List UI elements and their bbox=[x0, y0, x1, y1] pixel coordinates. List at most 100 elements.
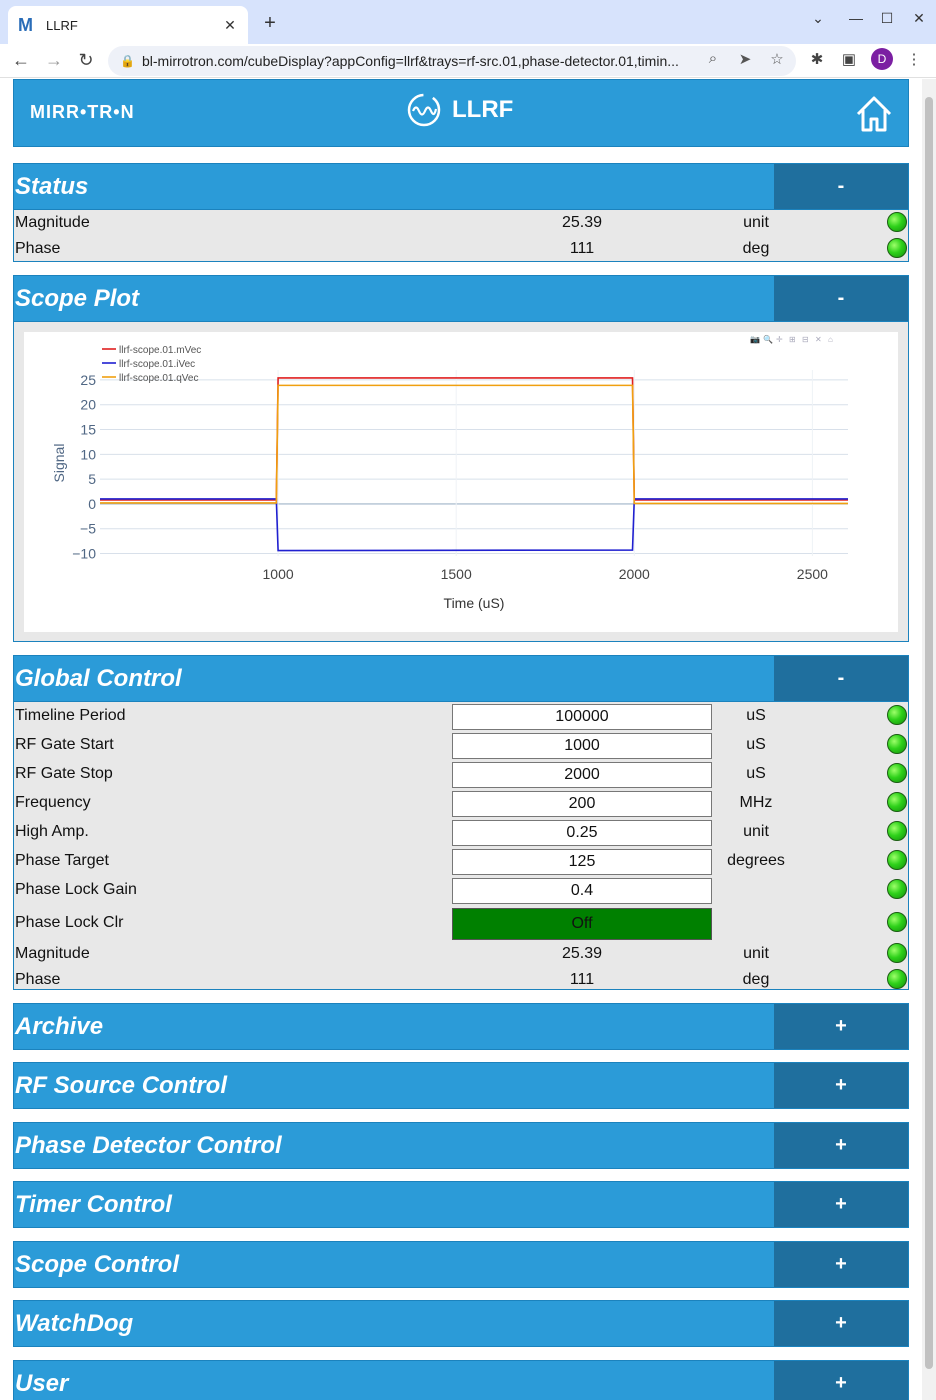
user-panel: User + bbox=[13, 1360, 909, 1400]
watchdog-expand-button[interactable]: + bbox=[774, 1301, 908, 1346]
status-led-icon bbox=[887, 238, 907, 258]
phase-detector-panel-header[interactable]: Phase Detector Control + bbox=[13, 1122, 909, 1169]
maximize-icon[interactable]: ☐ bbox=[877, 10, 897, 27]
timer-panel-header[interactable]: Timer Control + bbox=[13, 1181, 909, 1228]
browser-tab[interactable]: M LLRF ✕ bbox=[8, 6, 248, 44]
phase-target-input[interactable]: 125 bbox=[452, 849, 712, 875]
archive-panel-header[interactable]: Archive + bbox=[13, 1003, 909, 1050]
profile-avatar[interactable]: D bbox=[871, 48, 893, 70]
status-led-icon bbox=[887, 969, 907, 989]
tab-search-icon[interactable]: ⌄ bbox=[808, 10, 828, 27]
phase-lock-clr-toggle[interactable]: Off bbox=[452, 908, 712, 940]
row-label: Phase bbox=[15, 240, 61, 257]
series-line-1 bbox=[100, 498, 848, 552]
send-icon[interactable]: ➤ bbox=[734, 50, 756, 68]
minimize-icon[interactable]: — bbox=[846, 10, 866, 26]
global-row-timeline-period: Timeline Period 100000 uS bbox=[14, 703, 908, 732]
extensions-icon[interactable]: ✱ bbox=[806, 50, 828, 68]
reload-icon[interactable]: ↻ bbox=[75, 50, 97, 71]
legend-label: llrf-scope.01.mVec bbox=[119, 345, 201, 356]
modebar-icon: ✕ bbox=[815, 335, 822, 344]
address-bar[interactable]: 🔒 bl-mirrotron.com/cubeDisplay?appConfig… bbox=[108, 46, 796, 76]
global-collapse-button[interactable]: - bbox=[774, 656, 908, 701]
user-panel-header[interactable]: User + bbox=[13, 1360, 909, 1400]
row-unit: unit bbox=[743, 214, 769, 231]
series-line-2 bbox=[100, 384, 848, 505]
page-scrollbar[interactable] bbox=[922, 79, 936, 1400]
close-window-icon[interactable]: ✕ bbox=[909, 10, 929, 27]
archive-expand-button[interactable]: + bbox=[774, 1004, 908, 1049]
forward-icon[interactable]: → bbox=[43, 50, 65, 71]
row-label: Phase bbox=[15, 971, 61, 988]
global-row-high-amp: High Amp. 0.25 unit bbox=[14, 819, 908, 848]
status-panel: Status - Magnitude 25.39 unit Phase 111 … bbox=[13, 163, 909, 262]
timeline-period-input[interactable]: 100000 bbox=[452, 704, 712, 730]
zoom-icon[interactable]: ⌕ bbox=[702, 50, 724, 67]
y-tick-label: 15 bbox=[80, 422, 96, 438]
scope-plot-panel: Scope Plot - −10 −5 0 5 10 15 20 25 1000 1500 2000… bbox=[13, 275, 909, 642]
global-row-frequency: Frequency 200 MHz bbox=[14, 790, 908, 819]
high-amp-input[interactable]: 0.25 bbox=[452, 820, 712, 846]
row-label: Phase Target bbox=[15, 852, 109, 869]
close-tab-icon[interactable]: ✕ bbox=[222, 17, 238, 34]
scope-collapse-button[interactable]: - bbox=[774, 276, 908, 321]
row-label: Phase Lock Clr bbox=[15, 914, 124, 931]
bookmark-star-icon[interactable]: ☆ bbox=[766, 50, 788, 68]
rf-gate-stop-input[interactable]: 2000 bbox=[452, 762, 712, 788]
rf-gate-start-input[interactable]: 1000 bbox=[452, 733, 712, 759]
row-unit: unit bbox=[743, 823, 769, 840]
row-label: High Amp. bbox=[15, 823, 89, 840]
rf-source-panel-title: RF Source Control bbox=[15, 1072, 228, 1099]
timer-expand-button[interactable]: + bbox=[774, 1182, 908, 1227]
scope-chart[interactable]: −10 −5 0 5 10 15 20 25 1000 1500 2000 2500 Time (uS)… bbox=[24, 332, 898, 632]
menu-kebab-icon[interactable]: ⋮ bbox=[903, 50, 925, 68]
app-header: MIRR•TR•N LLRF bbox=[13, 79, 909, 147]
y-tick-label: 0 bbox=[88, 496, 96, 512]
phase-detector-expand-button[interactable]: + bbox=[774, 1123, 908, 1168]
llrf-wave-icon bbox=[407, 93, 441, 127]
global-row-phase-lock-gain: Phase Lock Gain 0.4 bbox=[14, 877, 908, 906]
scrollbar-thumb[interactable] bbox=[925, 97, 933, 1369]
rf-source-panel-header[interactable]: RF Source Control + bbox=[13, 1062, 909, 1109]
new-tab-icon[interactable]: + bbox=[258, 12, 282, 35]
global-panel-header: Global Control - bbox=[13, 655, 909, 702]
status-row-phase: Phase 111 deg bbox=[14, 236, 908, 262]
status-collapse-button[interactable]: - bbox=[774, 164, 908, 209]
rf-source-expand-button[interactable]: + bbox=[774, 1063, 908, 1108]
status-led-icon bbox=[887, 879, 907, 899]
scope-control-panel-title: Scope Control bbox=[15, 1251, 180, 1278]
archive-panel: Archive + bbox=[13, 1003, 909, 1050]
frequency-input[interactable]: 200 bbox=[452, 791, 712, 817]
status-led-icon bbox=[887, 912, 907, 932]
timer-panel-title: Timer Control bbox=[15, 1191, 172, 1218]
phase-lock-gain-input[interactable]: 0.4 bbox=[452, 878, 712, 904]
row-label: Magnitude bbox=[15, 945, 90, 962]
scope-panel-header: Scope Plot - bbox=[13, 275, 909, 322]
rf-source-control-panel: RF Source Control + bbox=[13, 1062, 909, 1109]
y-tick-label: 10 bbox=[80, 446, 96, 462]
row-value: 111 bbox=[569, 240, 595, 257]
scope-control-panel-header[interactable]: Scope Control + bbox=[13, 1241, 909, 1288]
site-favicon-icon: M bbox=[18, 14, 33, 35]
home-button[interactable] bbox=[854, 94, 894, 139]
row-unit: deg bbox=[742, 240, 770, 257]
side-panel-icon[interactable]: ▣ bbox=[838, 50, 860, 68]
global-control-panel: Global Control - Timeline Period 100000 … bbox=[13, 655, 909, 990]
row-value: 25.39 bbox=[561, 945, 603, 962]
timer-control-panel: Timer Control + bbox=[13, 1181, 909, 1228]
y-tick-label: 25 bbox=[80, 372, 96, 388]
modebar-icon: ⊟ bbox=[802, 335, 809, 344]
modebar-icon: 🔍 bbox=[763, 334, 773, 344]
status-led-icon bbox=[887, 763, 907, 783]
user-expand-button[interactable]: + bbox=[774, 1361, 908, 1400]
row-unit: degrees bbox=[727, 852, 785, 869]
modebar-icon: 📷 bbox=[750, 335, 760, 344]
scope-control-expand-button[interactable]: + bbox=[774, 1242, 908, 1287]
watchdog-panel-header[interactable]: WatchDog + bbox=[13, 1300, 909, 1347]
mirrotron-logo: MIRR•TR•N bbox=[30, 102, 135, 122]
row-label: RF Gate Start bbox=[15, 736, 114, 753]
back-icon[interactable]: ← bbox=[10, 50, 32, 71]
scope-chart-svg[interactable]: −10 −5 0 5 10 15 20 25 1000 1500 2000 2500 Time (uS)… bbox=[24, 332, 898, 632]
y-tick-label: −5 bbox=[80, 521, 96, 537]
app-title: LLRF bbox=[406, 92, 513, 128]
